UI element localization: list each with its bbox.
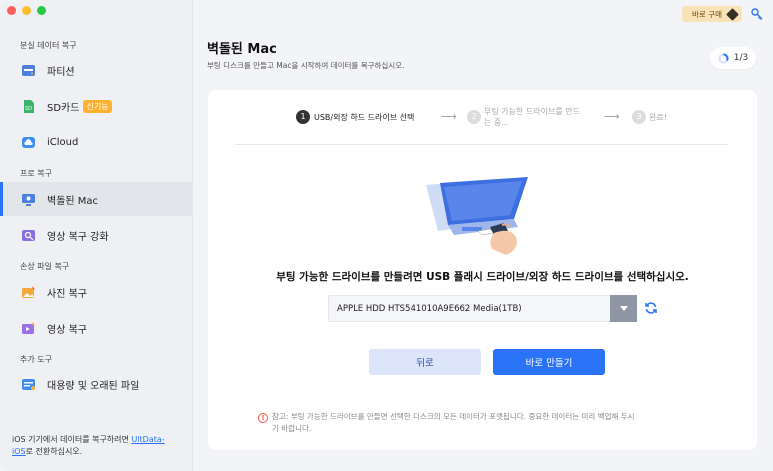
back-button[interactable]: 뒤로 xyxy=(369,349,481,375)
svg-text:SD: SD xyxy=(25,106,32,112)
chevron-down-icon xyxy=(619,305,628,311)
page-subtitle: 부팅 디스크를 만들고 Mac을 시작하여 데이터를 복구하십시오. xyxy=(207,61,405,70)
sidebar-item-icloud[interactable]: iCloud xyxy=(0,125,193,159)
sidebar-item-label: 대용량 및 오래된 파일 xyxy=(47,380,140,392)
sidebar: 분실 데이터 복구 파티션 SD SD카드 신기능 iCloud 프로 복구 벽… xyxy=(0,0,193,471)
step-2-number: 2 xyxy=(467,110,481,124)
dropdown-button[interactable] xyxy=(610,295,637,322)
large-files-icon xyxy=(21,377,36,392)
content-card: 1 USB/외장 하드 드라이브 선택 ⟶ 2 부팅 가능한 드라이브를 만드 … xyxy=(208,90,757,450)
key-icon[interactable] xyxy=(750,7,764,21)
app-window: 분실 데이터 복구 파티션 SD SD카드 신기능 iCloud 프로 복구 벽… xyxy=(0,0,773,471)
section-label-lost-data: 분실 데이터 복구 xyxy=(20,41,77,50)
sidebar-item-video-repair[interactable]: 영상 복구 xyxy=(0,311,193,345)
sidebar-item-photo-repair[interactable]: 사진 복구 xyxy=(0,275,193,309)
sidebar-item-label: 사진 복구 xyxy=(47,288,87,300)
step-3-label: 완료! xyxy=(649,113,667,122)
warning-note: ! 참고: 부팅 가능한 드라이브를 만들면 선택한 디스크의 모든 데이터가 … xyxy=(258,411,728,435)
video-enhance-icon xyxy=(21,228,36,243)
ultdata-ios-link-cont[interactable]: iOS xyxy=(12,447,26,456)
sidebar-item-label: 벽돌된 Mac xyxy=(47,195,99,207)
drive-select[interactable]: APPLE HDD HTS541010A9E662 Media(1TB) xyxy=(328,295,637,322)
sidebar-item-label: SD카드 xyxy=(47,102,80,114)
laptop-usb-illustration xyxy=(418,175,538,265)
step-1-number: 1 xyxy=(296,110,310,124)
sidebar-item-crashed-mac[interactable]: 벽돌된 Mac xyxy=(0,182,193,216)
step-1-label: USB/외장 하드 드라이브 선택 xyxy=(314,113,415,122)
ultdata-ios-link[interactable]: UltData- xyxy=(131,435,164,444)
icloud-icon xyxy=(21,135,36,150)
maximize-window-button[interactable] xyxy=(37,6,46,15)
steps-bar: 1 USB/외장 하드 드라이브 선택 ⟶ 2 부팅 가능한 드라이브를 만드 … xyxy=(208,107,757,134)
sidebar-item-label: 영상 복구 강화 xyxy=(47,231,109,243)
step-3-number: 3 xyxy=(632,110,646,124)
section-label-file-repair: 손상 파일 복구 xyxy=(20,262,70,271)
new-badge: 신기능 xyxy=(83,99,112,113)
buy-now-button[interactable]: 바로 구매 xyxy=(682,6,742,22)
partition-icon xyxy=(21,63,36,78)
close-window-button[interactable] xyxy=(7,6,16,15)
video-repair-icon xyxy=(21,321,36,336)
sidebar-item-label: 영상 복구 xyxy=(47,324,87,336)
main-panel: 바로 구매 벽돌된 Mac 부팅 디스크를 만들고 Mac을 시작하여 데이터를… xyxy=(194,0,773,471)
refresh-icon[interactable] xyxy=(644,301,658,315)
sidebar-item-video-enhance[interactable]: 영상 복구 강화 xyxy=(0,218,193,252)
page-title: 벽돌된 Mac xyxy=(207,42,277,57)
warning-icon: ! xyxy=(258,413,268,423)
section-label-extra-tools: 추가 도구 xyxy=(20,355,52,364)
window-controls xyxy=(7,6,46,15)
create-now-button[interactable]: 바로 만들기 xyxy=(493,349,605,375)
step-2-label: 부팅 가능한 드라이브를 만드 는 중... xyxy=(484,107,580,127)
sidebar-item-label: 파티션 xyxy=(47,66,75,78)
instruction-text: 부팅 가능한 드라이브를 만들려면 USB 플래시 드라이브/외장 하드 드라이… xyxy=(276,271,689,283)
minimize-window-button[interactable] xyxy=(22,6,31,15)
diamond-icon xyxy=(726,7,739,21)
crashed-mac-icon xyxy=(21,192,36,207)
step-progress-indicator: 1/3 xyxy=(710,47,756,69)
sidebar-item-sdcard[interactable]: SD SD카드 신기능 xyxy=(0,89,193,123)
arrow-right-icon: ⟶ xyxy=(441,110,457,123)
drive-select-value: APPLE HDD HTS541010A9E662 Media(1TB) xyxy=(337,303,522,314)
divider xyxy=(235,144,728,145)
sdcard-icon: SD xyxy=(21,99,36,114)
sidebar-item-large-files[interactable]: 대용량 및 오래된 파일 xyxy=(0,367,193,401)
sidebar-item-label: iCloud xyxy=(47,136,79,148)
sidebar-item-partition[interactable]: 파티션 xyxy=(0,53,193,87)
progress-ring-icon xyxy=(718,53,729,63)
arrow-right-icon: ⟶ xyxy=(604,110,620,123)
photo-repair-icon xyxy=(21,285,36,300)
section-label-pro-recovery: 프로 복구 xyxy=(20,169,52,178)
ultdata-ios-promo: iOS 기기에서 데이터를 복구하려면 UltData-iOS로 전환하십시오. xyxy=(12,435,165,456)
